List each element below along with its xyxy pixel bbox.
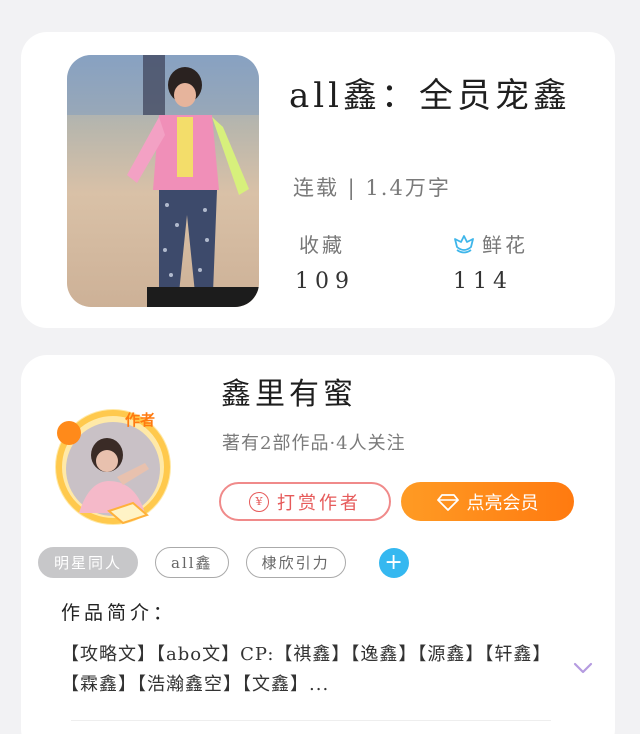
vip-label: 点亮会员	[466, 492, 539, 514]
flowers-count: 114	[453, 269, 513, 294]
tag-item[interactable]: 棣欣引力	[245, 547, 346, 578]
intro-title: 作品简介：	[61, 602, 177, 624]
author-badge: 作者	[125, 411, 156, 429]
cover-figure	[67, 55, 259, 307]
tag-item[interactable]: 明星同人	[38, 547, 139, 578]
divider	[71, 720, 551, 721]
chevron-down-icon[interactable]	[573, 661, 593, 675]
favorites-count: 109	[295, 269, 355, 294]
book-card: all鑫：全员宠鑫 连载 | 1.4万字 收藏 109 鲜花 114	[21, 32, 615, 328]
add-tag-button[interactable]: +	[378, 547, 409, 578]
book-title: all鑫：全员宠鑫	[289, 76, 572, 116]
favorites-label: 收藏	[299, 233, 345, 257]
tag-item[interactable]: all鑫	[155, 547, 229, 578]
tip-author-button[interactable]: ¥ 打赏作者	[219, 482, 391, 521]
yen-icon: ¥	[249, 491, 269, 512]
serial-info: 连载 | 1.4万字	[293, 176, 451, 200]
flowers-label-group[interactable]: 鲜花	[452, 229, 528, 258]
diamond-icon	[436, 493, 459, 511]
author-name[interactable]: 鑫里有蜜	[221, 369, 357, 413]
author-meta: 著有2部作品·4人关注	[222, 433, 406, 454]
tag-list: 明星同人 all鑫 棣欣引力 +	[38, 547, 409, 578]
flower-icon	[454, 234, 474, 253]
author-card: 作者 鑫里有蜜 著有2部作品·4人关注 ¥ 打赏作者 点亮会员 明星同人 all…	[21, 355, 615, 734]
intro-text: 【攻略文】【abo文】CP:【祺鑫】【逸鑫】【源鑫】【轩鑫】【霖鑫】【浩瀚鑫空】…	[61, 644, 552, 695]
book-cover-image[interactable]	[67, 55, 259, 307]
flowers-label: 鲜花	[482, 233, 528, 257]
tip-author-label: 打赏作者	[277, 492, 361, 514]
author-avatar[interactable]: 作者	[49, 403, 177, 527]
vip-button[interactable]: 点亮会员	[401, 482, 574, 521]
avatar-image	[55, 409, 171, 525]
